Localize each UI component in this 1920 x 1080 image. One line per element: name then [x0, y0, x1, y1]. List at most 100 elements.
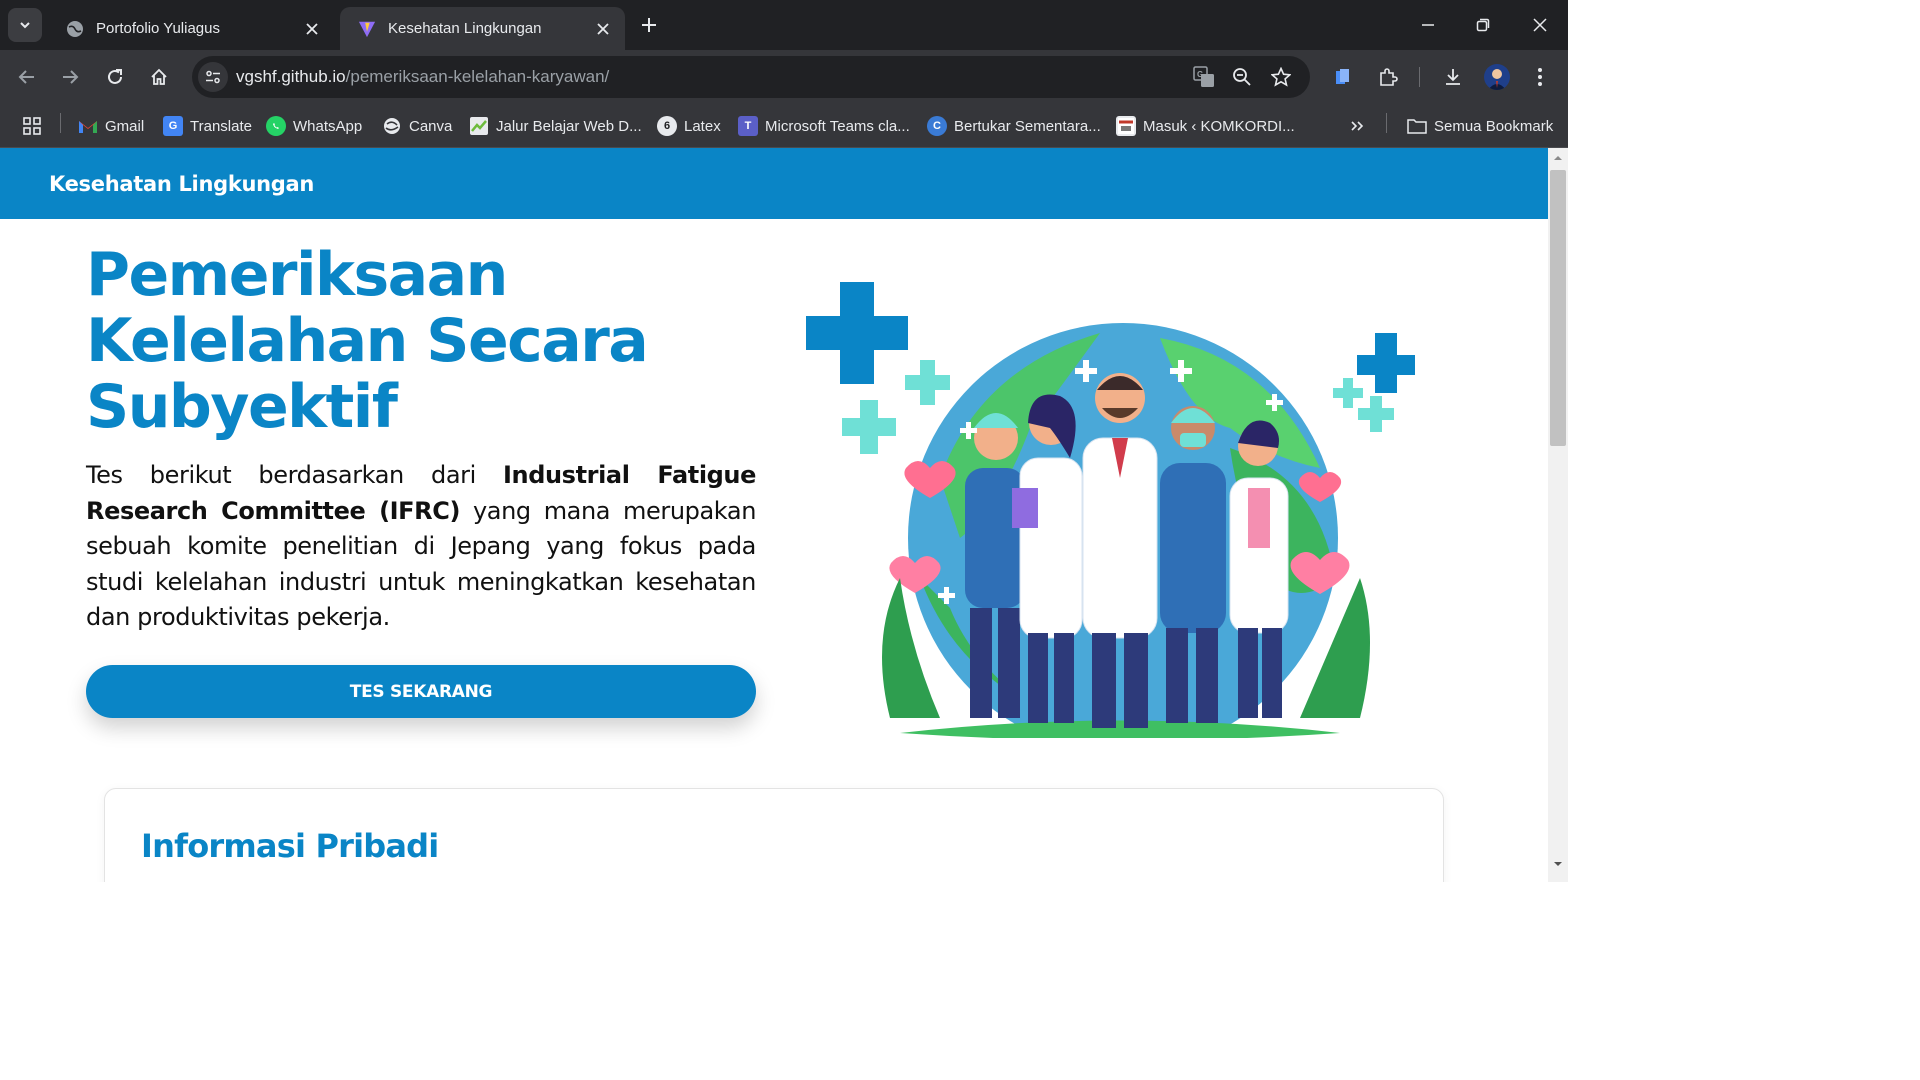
- downloads-button[interactable]: [1440, 64, 1466, 90]
- tab-portofolio[interactable]: Portofolio Yuliagus: [48, 7, 334, 50]
- minimize-button[interactable]: [1408, 8, 1448, 42]
- url-path: /pemeriksaan-kelelahan-karyawan/: [345, 67, 610, 86]
- home-icon: [151, 68, 167, 85]
- bookmark-label: Translate: [190, 117, 252, 135]
- download-icon: [1446, 69, 1460, 85]
- bookmark-separator: [1386, 113, 1387, 133]
- apps-grid-icon: [23, 117, 41, 135]
- reading-list-button[interactable]: [1330, 64, 1356, 90]
- test-now-button[interactable]: TES SEKARANG: [86, 665, 756, 718]
- google-docs-icon: [1336, 69, 1349, 84]
- tab-kesehatan-lingkungan[interactable]: Kesehatan Lingkungan: [340, 7, 625, 50]
- plus-icon: [642, 18, 656, 32]
- bookmark-bertukar[interactable]: C Bertukar Sementara...: [927, 114, 1101, 138]
- menu-button[interactable]: [1527, 64, 1553, 90]
- bookmark-teams[interactable]: T Microsoft Teams cla...: [738, 114, 910, 138]
- medical-team-illustration: [806, 282, 1415, 738]
- browser-toolbar: vgshf.github.io/pemeriksaan-kelelahan-ka…: [0, 50, 1568, 104]
- apps-button[interactable]: [22, 114, 42, 138]
- hero-desc-intro: Tes berikut berdasarkan dari: [86, 461, 503, 489]
- restore-button[interactable]: [1463, 8, 1503, 42]
- all-bookmarks-label: Semua Bookmark: [1434, 117, 1554, 135]
- bookmark-label: WhatsApp: [293, 117, 363, 135]
- teams-icon: T: [738, 116, 758, 136]
- all-bookmarks-button[interactable]: Semua Bookmark: [1407, 114, 1553, 138]
- personal-info-card: Informasi Pribadi: [104, 788, 1444, 882]
- more-bookmarks-button[interactable]: [1349, 114, 1365, 138]
- bookmark-komkordi[interactable]: Masuk ‹ KOMKORDI...: [1116, 114, 1295, 138]
- bookmark-translate[interactable]: G Translate: [163, 114, 252, 138]
- bookmark-jalur-belajar[interactable]: Jalur Belajar Web D...: [469, 114, 642, 138]
- toolbar-divider: [1419, 67, 1420, 87]
- bookmark-latex[interactable]: 6 Latex: [657, 114, 721, 138]
- google-translate-icon: G: [1193, 66, 1214, 87]
- bookmark-label: Gmail: [105, 117, 145, 135]
- bookmark-gmail[interactable]: Gmail: [78, 114, 144, 138]
- reload-button[interactable]: [100, 62, 130, 92]
- globe-icon: [66, 20, 84, 38]
- canva-icon: [382, 116, 402, 136]
- hero-description: Tes berikut berdasarkan dari Industrial …: [86, 458, 756, 636]
- page-viewport: Kesehatan Lingkungan Pemeriksaan Kelelah…: [0, 148, 1548, 882]
- tune-icon: [206, 70, 220, 84]
- bookmark-canva[interactable]: Canva: [382, 114, 452, 138]
- bookmark-star-button[interactable]: [1269, 65, 1293, 89]
- url-text: vgshf.github.io/pemeriksaan-kelelahan-ka…: [236, 67, 609, 87]
- section-title: Informasi Pribadi: [141, 827, 439, 865]
- komkordi-icon: [1116, 116, 1136, 136]
- minimize-icon: [1422, 24, 1434, 26]
- page-scrollbar[interactable]: [1548, 148, 1568, 882]
- double-chevron-right-icon: [1351, 121, 1364, 131]
- back-arrow-icon: [18, 70, 34, 84]
- learning-path-icon: [469, 116, 489, 136]
- puzzle-icon: [1380, 68, 1398, 86]
- zoom-out-icon: [1233, 68, 1251, 86]
- tab-strip: Portofolio Yuliagus Kesehatan Lingkungan: [0, 0, 1568, 50]
- site-info-button[interactable]: [198, 62, 228, 92]
- close-icon[interactable]: [302, 19, 322, 39]
- forward-button[interactable]: [55, 62, 85, 92]
- whatsapp-icon: [266, 116, 286, 136]
- extensions-button[interactable]: [1375, 64, 1401, 90]
- home-button[interactable]: [144, 62, 174, 92]
- address-bar[interactable]: vgshf.github.io/pemeriksaan-kelelahan-ka…: [192, 56, 1310, 98]
- translate-icon: G: [163, 116, 183, 136]
- bookmark-label: Canva: [409, 117, 453, 135]
- restore-icon: [1476, 18, 1490, 32]
- bookmark-label: Jalur Belajar Web D...: [496, 117, 642, 135]
- close-icon: [1533, 18, 1547, 32]
- bookmark-label: Bertukar Sementara...: [954, 117, 1101, 135]
- vite-logo-icon: [358, 20, 376, 38]
- scroll-thumb[interactable]: [1550, 170, 1566, 446]
- scroll-up-arrow-icon[interactable]: [1552, 152, 1564, 164]
- hero-title: Pemeriksaan Kelelahan Secara Subyektif: [86, 240, 649, 442]
- profile-avatar[interactable]: [1484, 64, 1510, 90]
- scroll-down-arrow-icon[interactable]: [1552, 858, 1564, 870]
- forward-arrow-icon: [63, 70, 79, 84]
- folder-icon: [1407, 116, 1427, 136]
- tab-search-button[interactable]: [8, 8, 42, 42]
- translate-page-button[interactable]: G: [1192, 65, 1216, 89]
- new-tab-button[interactable]: [636, 12, 662, 38]
- reload-icon: [108, 69, 122, 84]
- url-domain: vgshf.github.io: [236, 67, 346, 86]
- latex-icon: 6: [657, 116, 677, 136]
- tab-title: Portofolio Yuliagus: [96, 20, 220, 37]
- site-brand[interactable]: Kesehatan Lingkungan: [49, 172, 314, 196]
- more-vert-icon: [1538, 68, 1542, 86]
- gmail-icon: [78, 116, 98, 136]
- site-navbar: Kesehatan Lingkungan: [0, 148, 1548, 219]
- exchange-icon: C: [927, 116, 947, 136]
- close-window-button[interactable]: [1520, 8, 1560, 42]
- close-icon[interactable]: [593, 19, 613, 39]
- medical-cross-icon: [1333, 333, 1415, 432]
- medical-cross-icon: [806, 282, 908, 384]
- bookmark-label: Masuk ‹ KOMKORDI...: [1143, 117, 1295, 135]
- bookmark-separator: [60, 113, 61, 133]
- bookmark-whatsapp[interactable]: WhatsApp: [266, 114, 362, 138]
- zoom-button[interactable]: [1230, 65, 1254, 89]
- bookmark-label: Microsoft Teams cla...: [765, 117, 910, 135]
- svg-text:G: G: [1197, 70, 1203, 79]
- back-button[interactable]: [12, 62, 42, 92]
- star-icon: [1271, 67, 1291, 87]
